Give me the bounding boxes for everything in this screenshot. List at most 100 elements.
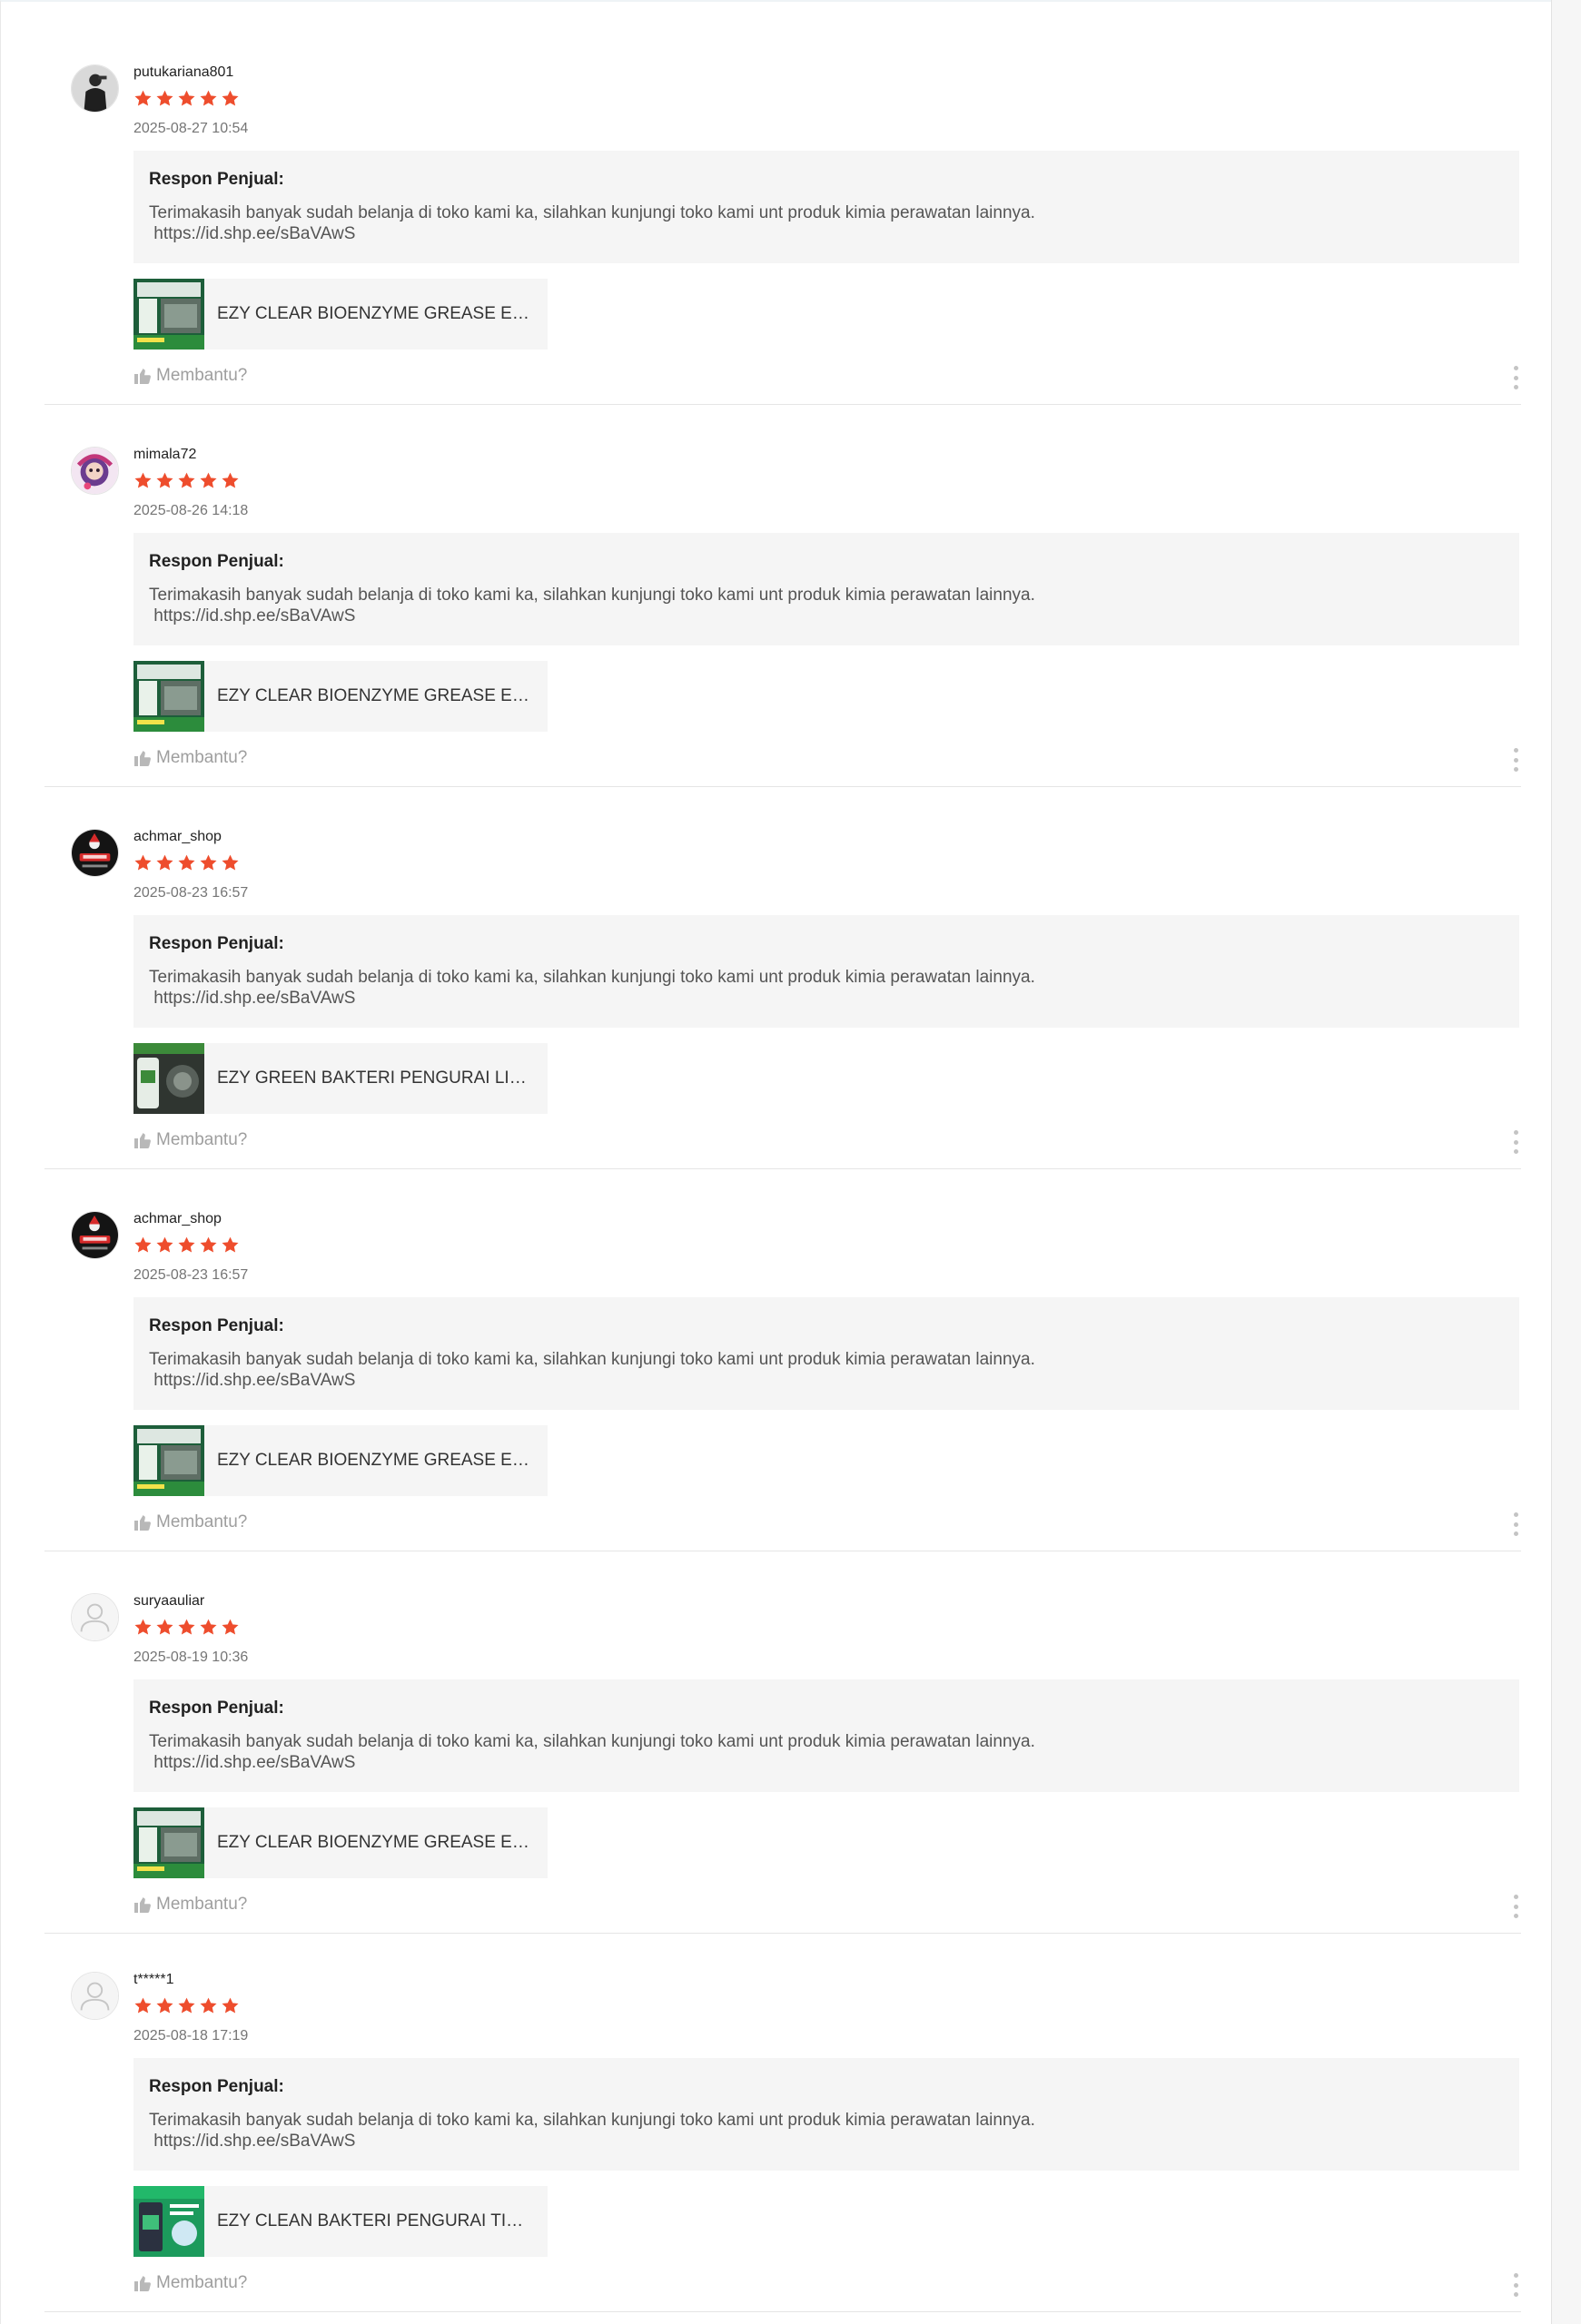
star-icon xyxy=(156,90,173,106)
review-item: suryaauliar 2025-08-19 10:36 Respon Penj… xyxy=(44,1551,1521,1934)
thumbs-up-icon xyxy=(134,751,151,766)
review-item: putukariana801 2025-08-27 10:54 Respon P… xyxy=(44,23,1521,405)
person-photo-icon xyxy=(72,65,118,112)
star-icon xyxy=(156,854,173,871)
star-icon xyxy=(200,1236,217,1253)
helpful-label: Membantu? xyxy=(156,1895,248,1914)
seller-response-text: Terimakasih banyak sudah belanja di toko… xyxy=(149,1732,1035,1772)
product-card[interactable]: EZY GREEN BAKTERI PENGURAI LIMBAH xyxy=(133,1043,548,1114)
product-card[interactable]: EZY CLEAR BIOENZYME GREASE EATER xyxy=(133,1807,548,1878)
user-avatar[interactable] xyxy=(71,1972,119,2020)
product-card[interactable]: EZY CLEAN BAKTERI PENGURAI TINJA xyxy=(133,2186,548,2257)
shop-logo-icon xyxy=(72,1212,118,1258)
star-icon xyxy=(134,1619,152,1635)
helpful-button[interactable]: Membantu? xyxy=(133,748,247,768)
default-user-icon xyxy=(72,1594,118,1640)
user-avatar[interactable] xyxy=(71,64,119,113)
star-icon xyxy=(200,90,217,106)
star-icon xyxy=(134,854,152,871)
more-options-icon[interactable] xyxy=(1510,1512,1521,1536)
review-timestamp: 2025-08-18 17:19 xyxy=(133,2028,249,2043)
product-card[interactable]: EZY CLEAR BIOENZYME GREASE EATER xyxy=(133,279,548,350)
thumbs-up-icon xyxy=(134,1897,151,1913)
seller-response-title: Respon Penjual: xyxy=(149,552,284,571)
seller-response-title: Respon Penjual: xyxy=(149,934,284,953)
helpful-label: Membantu? xyxy=(156,366,248,385)
star-icon xyxy=(156,1997,173,2014)
helpful-button[interactable]: Membantu? xyxy=(133,2273,247,2293)
rating-stars xyxy=(133,1618,240,1638)
seller-response-title: Respon Penjual: xyxy=(149,1316,284,1335)
star-icon xyxy=(222,1619,239,1635)
star-icon xyxy=(200,1619,217,1635)
product-thumbnail xyxy=(133,1425,204,1496)
seller-response: Respon Penjual: Terimakasih banyak sudah… xyxy=(133,915,1519,1028)
star-icon xyxy=(134,90,152,106)
product-thumbnail xyxy=(133,661,204,732)
product-name: EZY CLEAR BIOENZYME GREASE EATER xyxy=(217,1833,535,1852)
review-item: achmar_shop 2025-08-23 16:57 Respon Penj… xyxy=(44,787,1521,1169)
default-user-icon xyxy=(72,1973,118,2019)
seller-response: Respon Penjual: Terimakasih banyak sudah… xyxy=(133,2058,1519,2171)
product-ezy-clear-icon xyxy=(133,1807,204,1878)
thumbs-up-icon xyxy=(134,1133,151,1148)
review-item: t*****1 2025-08-18 17:19 Respon Penjual:… xyxy=(44,1930,1521,2312)
star-icon xyxy=(178,472,195,488)
helpful-label: Membantu? xyxy=(156,748,248,767)
star-icon xyxy=(200,854,217,871)
product-thumbnail xyxy=(133,1807,204,1878)
product-card[interactable]: EZY CLEAR BIOENZYME GREASE EATER xyxy=(133,1425,548,1496)
helpful-button[interactable]: Membantu? xyxy=(133,366,247,386)
star-icon xyxy=(200,1997,217,2014)
more-options-icon[interactable] xyxy=(1510,2273,1521,2297)
star-icon xyxy=(222,1997,239,2014)
product-thumbnail xyxy=(133,279,204,350)
user-avatar[interactable] xyxy=(71,447,119,495)
thumbs-up-icon xyxy=(134,2276,151,2291)
thumbs-up-icon xyxy=(134,1515,151,1531)
star-icon xyxy=(178,1997,195,2014)
review-username: suryaauliar xyxy=(133,1593,205,1609)
seller-response-text: Terimakasih banyak sudah belanja di toko… xyxy=(149,1350,1035,1390)
star-icon xyxy=(178,90,195,106)
more-options-icon[interactable] xyxy=(1510,366,1521,389)
helpful-button[interactable]: Membantu? xyxy=(133,1512,247,1532)
review-timestamp: 2025-08-23 16:57 xyxy=(133,885,249,901)
more-options-icon[interactable] xyxy=(1510,748,1521,772)
more-options-icon[interactable] xyxy=(1510,1895,1521,1918)
star-icon xyxy=(178,1619,195,1635)
star-icon xyxy=(178,854,195,871)
review-item: mimala72 2025-08-26 14:18 Respon Penjual… xyxy=(44,405,1521,787)
helpful-button[interactable]: Membantu? xyxy=(133,1130,247,1150)
product-thumbnail xyxy=(133,2186,204,2257)
product-ezy-clean-icon xyxy=(133,2186,204,2257)
seller-response-text: Terimakasih banyak sudah belanja di toko… xyxy=(149,2111,1035,2151)
seller-response-text: Terimakasih banyak sudah belanja di toko… xyxy=(149,586,1035,625)
seller-response: Respon Penjual: Terimakasih banyak sudah… xyxy=(133,151,1519,263)
user-avatar[interactable] xyxy=(71,829,119,877)
product-thumbnail xyxy=(133,1043,204,1114)
star-icon xyxy=(222,90,239,106)
review-username: achmar_shop xyxy=(133,1211,222,1226)
seller-response-title: Respon Penjual: xyxy=(149,170,284,189)
product-card[interactable]: EZY CLEAR BIOENZYME GREASE EATER xyxy=(133,661,548,732)
rating-stars xyxy=(133,853,240,873)
review-timestamp: 2025-08-19 10:36 xyxy=(133,1649,249,1665)
star-icon xyxy=(156,1619,173,1635)
more-options-icon[interactable] xyxy=(1510,1130,1521,1154)
shop-logo-icon xyxy=(72,830,118,876)
product-name: EZY GREEN BAKTERI PENGURAI LIMBAH xyxy=(217,1068,535,1088)
rating-stars xyxy=(133,1996,240,2016)
product-ezy-clear-icon xyxy=(133,279,204,350)
star-icon xyxy=(222,472,239,488)
user-avatar[interactable] xyxy=(71,1211,119,1259)
star-icon xyxy=(200,472,217,488)
user-avatar[interactable] xyxy=(71,1593,119,1641)
review-username: t*****1 xyxy=(133,1972,174,1987)
reviews-panel: putukariana801 2025-08-27 10:54 Respon P… xyxy=(0,0,1551,2324)
review-username: achmar_shop xyxy=(133,829,222,844)
product-ezy-green-icon xyxy=(133,1043,204,1114)
helpful-button[interactable]: Membantu? xyxy=(133,1895,247,1915)
star-icon xyxy=(134,472,152,488)
review-username: mimala72 xyxy=(133,447,197,462)
